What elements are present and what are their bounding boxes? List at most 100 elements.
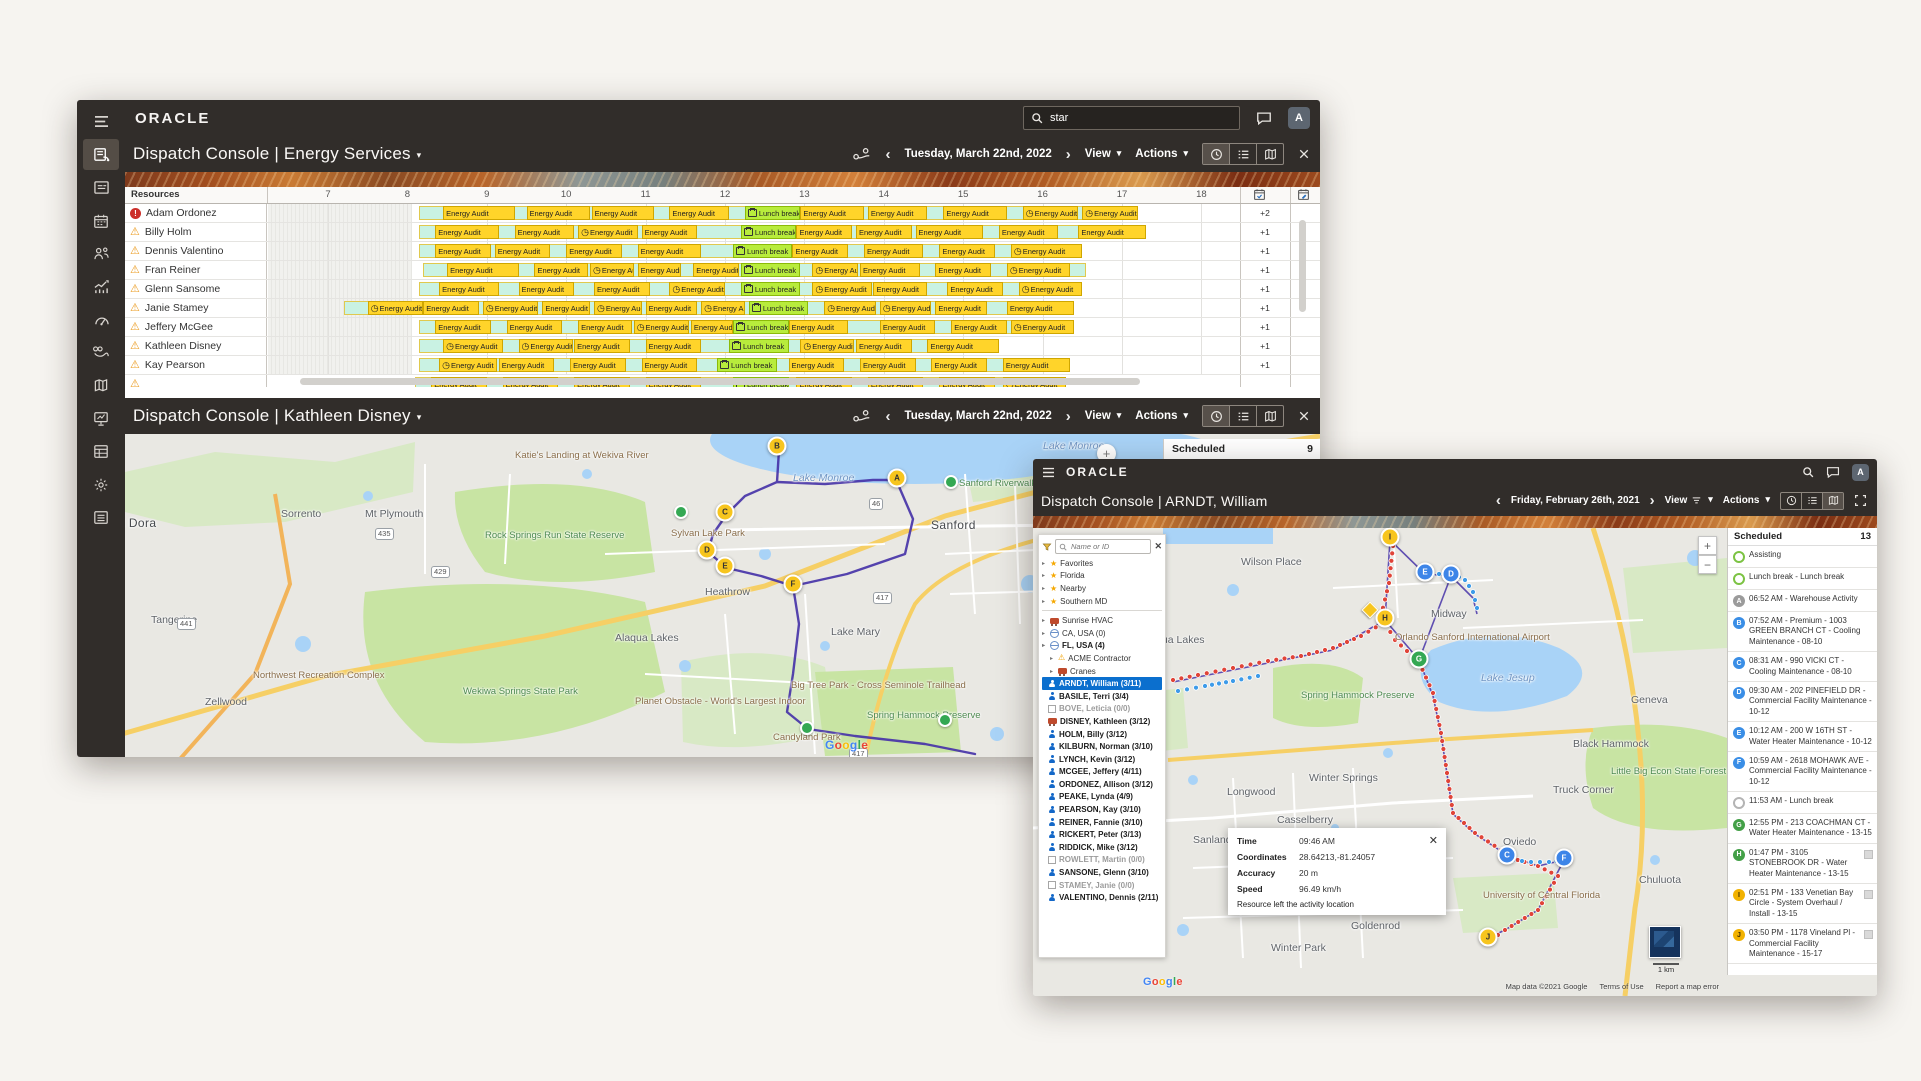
stop-marker-i[interactable]: I: [1381, 528, 1400, 547]
activity-bar[interactable]: ◷Energy Audit: [634, 320, 690, 334]
activity-bar[interactable]: ◷Energy Audit: [578, 225, 638, 239]
activity-bar[interactable]: Energy Audit: [570, 358, 626, 372]
filter-funnel-icon[interactable]: [1042, 542, 1052, 552]
global-search[interactable]: [1023, 106, 1240, 130]
gantt-resource-row[interactable]: ⚠Glenn SansomeEnergy AuditEnergy AuditEn…: [125, 280, 1320, 299]
resource-list-item[interactable]: HOLM, Billy (3/12): [1042, 728, 1162, 741]
resource-list-item[interactable]: ROWLETT, Martin (0/0): [1042, 854, 1162, 867]
resource-name-cell[interactable]: ⚠Jeffery McGee: [125, 318, 267, 336]
actions-button[interactable]: Actions▾: [1135, 148, 1188, 160]
map-view-toggle[interactable]: [1257, 406, 1283, 426]
pending-checkbox[interactable]: [1864, 890, 1873, 899]
activity-bar[interactable]: Energy Audit: [916, 225, 983, 239]
activity-bar[interactable]: Energy Audit: [935, 263, 991, 277]
scheduled-activity-item[interactable]: F10:59 AM - 2618 MOHAWK AVE - Commercial…: [1728, 752, 1877, 792]
scheduled-activity-item[interactable]: E10:12 AM - 200 W 16TH ST - Water Heater…: [1728, 722, 1877, 752]
gantt-resource-row[interactable]: ⚠Fran ReinerEnergy AuditEnergy Audit◷Ene…: [125, 261, 1320, 280]
date-label[interactable]: Tuesday, March 22nd, 2022: [905, 148, 1052, 160]
time-view-toggle[interactable]: [1203, 144, 1230, 164]
lunch-break-bar[interactable]: Lunch break: [741, 282, 801, 296]
view-button[interactable]: View ▾: [1665, 495, 1713, 506]
scheduled-activity-item[interactable]: B07:52 AM - Premium - 1003 GREEN BRANCH …: [1728, 612, 1877, 652]
activity-bar[interactable]: Energy Audit: [1078, 225, 1145, 239]
org-tree-row[interactable]: ▸Sunrise HVAC: [1042, 614, 1162, 627]
resource-search[interactable]: [1055, 539, 1151, 554]
stop-marker-c[interactable]: C: [1498, 846, 1517, 865]
activity-bar[interactable]: Energy Audit: [435, 225, 499, 239]
gantt-resource-row[interactable]: ⚠Jeffery McGeeEnergy AuditEnergy AuditEn…: [125, 318, 1320, 337]
activity-bar[interactable]: ◷Energy Audit: [594, 301, 642, 315]
activity-bar[interactable]: Energy Audit: [574, 339, 630, 353]
chat-icon[interactable]: [1256, 111, 1272, 125]
stop-marker-f[interactable]: F: [1555, 849, 1574, 868]
lunch-break-bar[interactable]: Lunch break: [733, 320, 789, 334]
lunch-break-bar[interactable]: Lunch break: [717, 358, 777, 372]
activity-bar[interactable]: Energy Audit: [873, 282, 927, 296]
calendar-icon[interactable]: [83, 205, 119, 236]
favorite-group-row[interactable]: ▸★Southern MD: [1042, 595, 1162, 608]
activity-bar[interactable]: Energy Audit: [939, 244, 995, 258]
pending-checkbox[interactable]: [1864, 850, 1873, 859]
scheduled-activity-item[interactable]: C08:31 AM - 990 VICKI CT - Cooling Maint…: [1728, 652, 1877, 682]
terms-link[interactable]: Terms of Use: [1599, 982, 1643, 991]
search-input[interactable]: [1048, 111, 1232, 125]
search-icon[interactable]: [1802, 466, 1814, 478]
stop-marker-d[interactable]: D: [1442, 565, 1461, 584]
close-icon[interactable]: ✕: [1429, 834, 1438, 847]
resource-name-cell[interactable]: ⚠Billy Holm: [125, 223, 267, 241]
resource-list-item[interactable]: DISNEY, Kathleen (3/12): [1042, 715, 1162, 728]
close-icon[interactable]: [1298, 148, 1310, 160]
activity-bar[interactable]: ◷Energy Audit: [439, 358, 497, 372]
activity-bar[interactable]: Energy Audit: [515, 225, 575, 239]
activity-bar[interactable]: ◷Energy Audit: [824, 301, 876, 315]
forecast-chart-icon[interactable]: [83, 271, 119, 302]
dashboard-gauge-icon[interactable]: [83, 304, 119, 335]
lunch-break-bar[interactable]: Lunch break: [745, 206, 801, 220]
list-view-toggle[interactable]: [1802, 493, 1823, 509]
stop-marker-d[interactable]: D: [698, 541, 717, 560]
activity-bar[interactable]: Energy Audit: [789, 358, 845, 372]
activity-bar[interactable]: ◷Energy Audit: [1011, 244, 1082, 258]
stop-marker-h[interactable]: H: [1376, 609, 1395, 628]
resource-name-cell[interactable]: ⚠Kay Pearson: [125, 356, 267, 374]
org-tree-row[interactable]: ▸⚠ACME Contractor: [1042, 652, 1162, 665]
activity-bar[interactable]: Energy Audit: [592, 206, 654, 220]
horizontal-scrollbar[interactable]: [300, 378, 1140, 385]
report-table-icon[interactable]: [83, 436, 119, 467]
activity-bar[interactable]: Energy Audit: [800, 206, 864, 220]
activity-bar[interactable]: Energy Audit: [542, 301, 590, 315]
calendar-check-icon[interactable]: [1253, 188, 1266, 204]
date-label[interactable]: Friday, February 26th, 2021: [1511, 495, 1640, 506]
activity-bar[interactable]: Energy Audit: [443, 206, 514, 220]
activity-bar[interactable]: ◷Energy Audit: [1082, 206, 1138, 220]
list-view-toggle[interactable]: [1230, 144, 1257, 164]
actions-button[interactable]: Actions▾: [1135, 410, 1188, 422]
favorite-group-row[interactable]: ▸★Favorites: [1042, 557, 1162, 570]
location-marker[interactable]: [944, 475, 958, 489]
scheduled-activity-item[interactable]: Lunch break - Lunch break: [1728, 568, 1877, 590]
activity-bar[interactable]: ◷Energy Audit: [669, 282, 725, 296]
activity-bar[interactable]: Energy Audit: [594, 282, 650, 296]
activity-bar[interactable]: Energy Audit: [439, 282, 499, 296]
activity-bar[interactable]: ◷Energy Audit: [519, 339, 573, 353]
vertical-scrollbar[interactable]: [1299, 220, 1306, 312]
favorite-group-row[interactable]: ▸★Nearby: [1042, 582, 1162, 595]
date-label[interactable]: Tuesday, March 22nd, 2022: [905, 410, 1052, 422]
activity-bar[interactable]: Energy Audit: [642, 225, 698, 239]
activity-bar[interactable]: Energy Audit: [646, 339, 702, 353]
team-icon[interactable]: [83, 238, 119, 269]
activity-bar[interactable]: Energy Audit: [691, 320, 733, 334]
presentation-icon[interactable]: [83, 403, 119, 434]
resource-name-cell[interactable]: ⚠: [125, 375, 267, 387]
map-view-toggle[interactable]: [1823, 493, 1843, 509]
list-menu-icon[interactable]: [83, 502, 119, 533]
activity-bar[interactable]: Energy Audit: [435, 320, 491, 334]
map-zoom-in-button[interactable]: +: [1698, 536, 1717, 555]
time-view-toggle[interactable]: [1781, 493, 1802, 509]
user-avatar[interactable]: A: [1852, 464, 1869, 481]
activity-bar[interactable]: Energy Audit: [868, 206, 928, 220]
gantt-resource-row[interactable]: !Adam OrdonezEnergy AuditEnergy AuditEne…: [125, 204, 1320, 223]
scheduled-activity-item[interactable]: A06:52 AM - Warehouse Activity: [1728, 590, 1877, 612]
resource-name-cell[interactable]: ⚠Kathleen Disney: [125, 337, 267, 355]
activity-bar[interactable]: Energy Audit: [435, 244, 491, 258]
